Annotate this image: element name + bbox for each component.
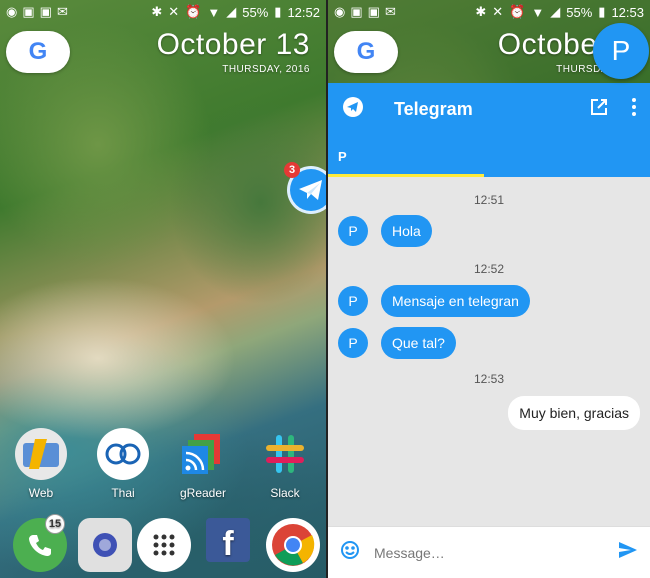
message-bubble: Que tal? (381, 327, 456, 359)
app-label: Web (28, 486, 54, 500)
dock-facebook[interactable]: f (193, 518, 263, 568)
notification-badge: 3 (284, 162, 300, 178)
gmail-icon: ✉ (384, 4, 396, 19)
app-greader[interactable]: gReader (168, 428, 238, 500)
date-day: October (497, 28, 608, 61)
send-icon[interactable] (618, 541, 638, 564)
location-icon: ◉ (6, 4, 18, 19)
app-slack[interactable]: Slack (250, 428, 320, 500)
message-bubble: Mensaje en telegran (381, 285, 530, 317)
app-label: gReader (179, 486, 227, 500)
gmail-icon: ✉ (56, 4, 68, 19)
wifi-icon: ▼ (531, 4, 545, 20)
status-bar: ◉ ▣ ▣ ✉ ✱ ✕ ⏰ ▼ ◢ 55% ▮ 12:52 (0, 0, 326, 24)
more-options-icon[interactable] (632, 97, 636, 121)
message-incoming[interactable]: P Que tal? (338, 327, 456, 359)
date-weekday: THURSDA (556, 64, 608, 75)
message-list: 12:51 P Hola 12:52 P Mensaje en telegran… (328, 177, 650, 526)
dock-app-drawer[interactable] (129, 518, 199, 578)
app-drawer-icon (137, 518, 191, 572)
telegram-header: Telegram P (328, 83, 650, 177)
clock: 12:53 (611, 4, 644, 20)
message-bubble: Hola (381, 215, 432, 247)
message-outgoing[interactable]: Muy bien, gracias (508, 396, 640, 430)
telegram-popup-screen: ◉ ▣ ▣ ✉ ✱ ✕ ⏰ ▼ ◢ 55% ▮ 12:53 G October … (328, 0, 650, 578)
status-bar: ◉ ▣ ▣ ✉ ✱ ✕ ⏰ ▼ ◢ 55% ▮ 12:53 (328, 0, 650, 24)
mute-icon: ✕ (492, 4, 504, 19)
greader-app-icon (177, 428, 229, 480)
google-logo-icon: G (28, 38, 48, 65)
home-screen: ◉ ▣ ▣ ✉ ✱ ✕ ⏰ ▼ ◢ 55% ▮ 12:52 G October … (0, 0, 326, 578)
timestamp: 12:51 (473, 193, 505, 207)
chrome-icon (266, 518, 320, 572)
camera-icon (78, 518, 132, 572)
mute-icon: ✕ (168, 4, 180, 19)
web-app-icon (15, 428, 67, 480)
telegram-logo-icon (342, 96, 364, 123)
slack-app-icon (259, 428, 311, 480)
wifi-icon: ▼ (207, 4, 221, 20)
google-search-button[interactable]: G (334, 31, 398, 73)
app-title: Telegram (394, 98, 473, 119)
alarm-icon: ⏰ (509, 4, 526, 19)
telegram-plane-icon (299, 180, 322, 200)
battery-percent: 55% (566, 4, 593, 20)
chat-head-avatar[interactable]: P (593, 23, 649, 79)
app-label: Thai (111, 486, 135, 500)
date-weekday: THURSDAY, 2016 (222, 64, 310, 75)
image-icon: ▣ (39, 4, 52, 19)
dock-phone[interactable]: 15 (5, 514, 75, 578)
clock: 12:52 (287, 4, 320, 20)
sender-avatar: P (338, 216, 368, 246)
image-icon: ▣ (350, 4, 363, 19)
sender-avatar: P (338, 286, 368, 316)
battery-icon: ▮ (598, 4, 606, 19)
google-search-button[interactable]: G (6, 31, 70, 73)
phone-badge: 15 (45, 514, 65, 534)
battery-percent: 55% (242, 4, 269, 20)
timestamp: 12:52 (473, 262, 505, 276)
location-icon: ◉ (334, 4, 346, 19)
signal-icon: ◢ (226, 4, 237, 19)
signal-icon: ◢ (550, 4, 561, 19)
message-incoming[interactable]: P Mensaje en telegran (338, 285, 530, 317)
sender-avatar: P (338, 328, 368, 358)
google-logo-icon: G (356, 38, 376, 65)
timestamp: 12:53 (473, 372, 505, 386)
thai-app-icon (97, 428, 149, 480)
emoji-icon[interactable] (340, 540, 360, 565)
bluetooth-icon: ✱ (151, 4, 163, 19)
app-thai[interactable]: Thai (88, 428, 158, 500)
dock-chrome[interactable] (258, 518, 326, 578)
bluetooth-icon: ✱ (475, 4, 487, 19)
app-web[interactable]: Web (6, 428, 76, 500)
alarm-icon: ⏰ (185, 4, 202, 19)
telegram-panel: Telegram P 12:51 P Hola 12:52 P Mensaje … (328, 83, 650, 578)
date-widget[interactable]: October THURSDA (498, 28, 608, 75)
app-label: Slack (270, 486, 300, 500)
message-incoming[interactable]: P Hola (338, 215, 432, 247)
date-day: October 13 (156, 28, 310, 61)
date-widget[interactable]: October 13 THURSDAY, 2016 (157, 28, 310, 75)
facebook-icon: f (206, 518, 250, 563)
image-icon: ▣ (22, 4, 35, 19)
message-composer (328, 526, 650, 578)
tab-chat-p[interactable]: P (338, 149, 347, 164)
open-external-icon[interactable] (590, 98, 608, 121)
battery-icon: ▮ (274, 4, 282, 19)
image-icon: ▣ (367, 4, 380, 19)
message-input[interactable] (374, 544, 618, 561)
